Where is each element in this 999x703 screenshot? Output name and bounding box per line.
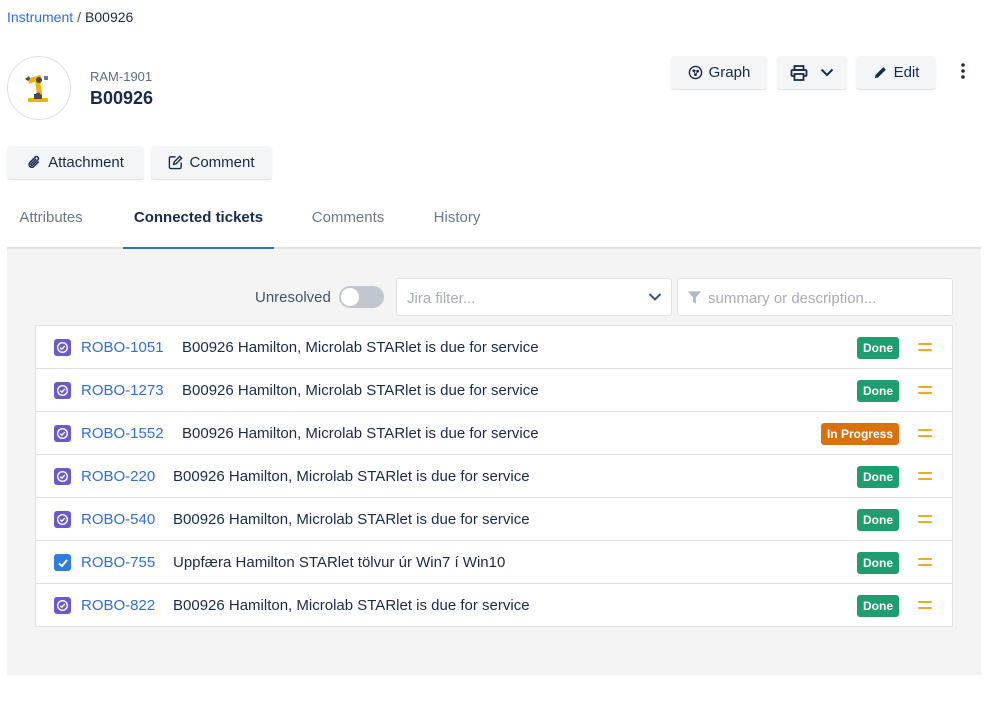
- ticket-key-link[interactable]: ROBO-540: [81, 511, 155, 528]
- tab-history[interactable]: History: [427, 200, 487, 247]
- comment-button-label: Comment: [189, 154, 255, 171]
- table-row[interactable]: ROBO-1273 B00926 Hamilton, Microlab STARl…: [36, 369, 952, 412]
- ticket-summary: B00926 Hamilton, Microlab STARlet is due…: [182, 339, 539, 356]
- edit-button-label: Edit: [893, 64, 920, 81]
- graph-button[interactable]: Graph: [671, 56, 767, 89]
- table-row[interactable]: ROBO-755 Uppfæra Hamilton STARlet tölvur …: [36, 541, 952, 584]
- ticket-key-link[interactable]: ROBO-755: [81, 554, 155, 571]
- priority-medium-icon: [918, 599, 932, 611]
- ticket-key-link[interactable]: ROBO-220: [81, 468, 155, 485]
- edit-button[interactable]: Edit: [856, 56, 936, 89]
- status-badge: Done: [857, 466, 899, 488]
- task-icon: [54, 425, 71, 442]
- ticket-list: ROBO-1051 B00926 Hamilton, Microlab STARl…: [35, 325, 953, 627]
- ticket-summary: B00926 Hamilton, Microlab STARlet is due…: [173, 597, 530, 614]
- priority-medium-icon: [918, 427, 932, 439]
- jira-filter-placeholder: Jira filter...: [407, 290, 476, 307]
- ticket-search-field: [677, 278, 953, 316]
- priority-medium-icon: [918, 384, 932, 396]
- task-icon: [54, 511, 71, 528]
- edit-square-icon: [168, 155, 184, 170]
- status-badge: Done: [857, 380, 899, 402]
- attachment-button-label: Attachment: [48, 154, 124, 171]
- tab-connected-tickets[interactable]: Connected tickets: [123, 200, 274, 249]
- chevron-down-icon: [647, 289, 663, 308]
- pencil-icon: [873, 65, 888, 80]
- priority-medium-icon: [918, 556, 932, 568]
- ticket-summary: B00926 Hamilton, Microlab STARlet is due…: [182, 425, 539, 442]
- add-comment-button[interactable]: Comment: [151, 146, 272, 179]
- toggle-knob: [341, 288, 359, 306]
- graph-icon: [688, 65, 703, 80]
- add-attachment-button[interactable]: Attachment: [7, 146, 144, 179]
- filter-icon: [687, 290, 702, 308]
- ticket-key-link[interactable]: ROBO-1273: [81, 382, 164, 399]
- priority-medium-icon: [918, 341, 932, 353]
- table-row[interactable]: ROBO-822 B00926 Hamilton, Microlab STARle…: [36, 584, 952, 626]
- print-menu-button[interactable]: [777, 56, 847, 89]
- chevron-down-icon: [820, 68, 834, 77]
- tab-attributes[interactable]: Attributes: [17, 200, 85, 247]
- ticket-key-link[interactable]: ROBO-1552: [81, 425, 164, 442]
- unresolved-toggle[interactable]: [339, 286, 384, 308]
- task-icon: [54, 382, 71, 399]
- task-icon: [54, 468, 71, 485]
- priority-medium-icon: [918, 470, 932, 482]
- status-badge: Done: [857, 552, 899, 574]
- ticket-key-link[interactable]: ROBO-822: [81, 597, 155, 614]
- breadcrumb-link-instrument[interactable]: Instrument: [7, 9, 73, 25]
- table-row[interactable]: ROBO-1051 B00926 Hamilton, Microlab STARl…: [36, 326, 952, 369]
- status-badge: Done: [857, 595, 899, 617]
- printer-icon: [790, 64, 808, 81]
- table-row[interactable]: ROBO-540 B00926 Hamilton, Microlab STARle…: [36, 498, 952, 541]
- status-badge: Done: [857, 509, 899, 531]
- tab-comments[interactable]: Comments: [307, 200, 389, 247]
- ticket-summary: Uppfæra Hamilton STARlet tölvur úr Win7 …: [173, 554, 506, 571]
- tab-bar: Attributes Connected tickets Comments Hi…: [7, 200, 981, 249]
- table-row[interactable]: ROBO-1552 B00926 Hamilton, Microlab STARl…: [36, 412, 952, 455]
- ticket-summary: B00926 Hamilton, Microlab STARlet is due…: [182, 382, 539, 399]
- avatar: [7, 56, 71, 120]
- breadcrumb-current: B00926: [85, 9, 134, 25]
- robot-arm-icon: [22, 70, 56, 107]
- status-badge: In Progress: [820, 423, 899, 445]
- ticket-key-link[interactable]: ROBO-1051: [81, 339, 164, 356]
- breadcrumb-separator: /: [77, 9, 82, 25]
- priority-medium-icon: [918, 513, 932, 525]
- more-options-button[interactable]: [952, 58, 974, 86]
- paperclip-icon: [27, 155, 42, 170]
- ticket-summary: B00926 Hamilton, Microlab STARlet is due…: [173, 511, 530, 528]
- checkbox-icon: [54, 554, 71, 571]
- asset-key: RAM-1901: [90, 69, 153, 84]
- page-title: B00926: [90, 88, 154, 108]
- breadcrumb: Instrument / B00926: [7, 9, 133, 25]
- task-icon: [54, 339, 71, 356]
- graph-button-label: Graph: [708, 64, 751, 81]
- table-row[interactable]: ROBO-220 B00926 Hamilton, Microlab STARle…: [36, 455, 952, 498]
- status-badge: Done: [857, 337, 899, 359]
- unresolved-label: Unresolved: [255, 289, 331, 306]
- more-vertical-icon: [961, 62, 965, 82]
- jira-filter-select[interactable]: Jira filter...: [396, 278, 672, 316]
- task-icon: [54, 597, 71, 614]
- ticket-search-input[interactable]: [708, 287, 946, 309]
- ticket-summary: B00926 Hamilton, Microlab STARlet is due…: [173, 468, 530, 485]
